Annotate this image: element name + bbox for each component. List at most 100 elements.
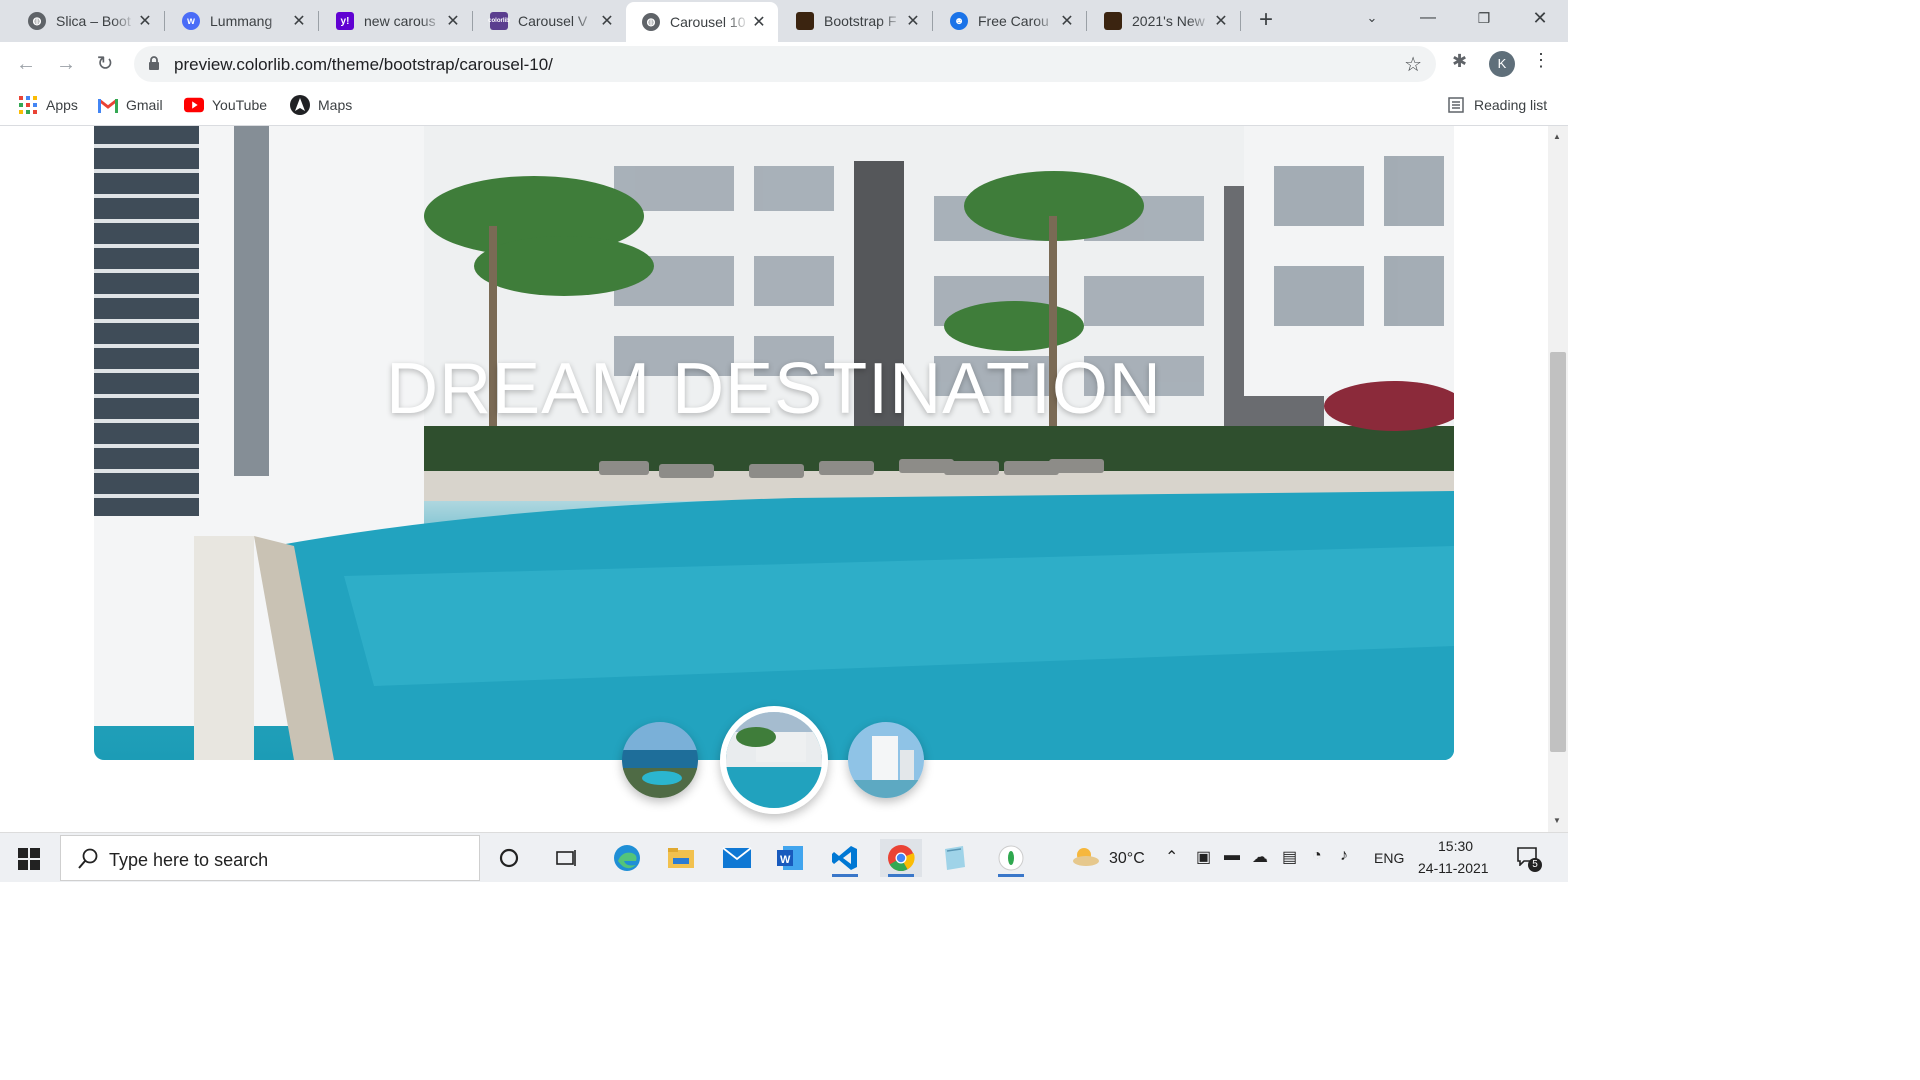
volume-icon[interactable]: ♪ <box>1340 847 1348 865</box>
close-icon[interactable]: ✕ <box>904 11 922 31</box>
clock-time[interactable]: 15:30 <box>1438 838 1473 854</box>
wifi-icon[interactable]: ◔ <box>1312 847 1322 865</box>
tab-title: Carousel 10 <box>670 14 746 30</box>
slide-caption: DREAM DESTINATION <box>386 349 1162 429</box>
youtube-icon <box>184 96 204 114</box>
scroll-down-arrow-icon[interactable]: ▼ <box>1553 816 1561 825</box>
colorlib-icon: colorlib <box>488 12 510 30</box>
forward-arrow-icon[interactable]: → <box>52 50 80 78</box>
meet-now-icon[interactable]: ▣ <box>1196 847 1211 867</box>
yahoo-icon: y! <box>336 12 354 30</box>
tab-separator <box>164 11 165 31</box>
bookmark-gmail[interactable]: Gmail <box>98 94 163 116</box>
close-window-button[interactable]: ✕ <box>1512 0 1568 38</box>
reading-list-button[interactable]: Reading list <box>1446 94 1547 116</box>
carousel-slide: DREAM DESTINATION <box>94 126 1454 760</box>
chrome-menu-icon[interactable]: ⋮ <box>1532 50 1550 71</box>
minimize-button[interactable]: — <box>1400 0 1456 38</box>
app-green-icon[interactable] <box>990 839 1032 877</box>
windows-start-icon[interactable] <box>18 848 40 870</box>
gmail-icon <box>98 96 118 114</box>
close-icon[interactable]: ✕ <box>136 11 154 31</box>
bookmark-apps[interactable]: Apps <box>18 94 78 116</box>
close-icon[interactable]: ✕ <box>1058 11 1076 31</box>
search-icon <box>78 848 98 869</box>
tab-title: Bootstrap F <box>824 13 897 29</box>
carousel-thumbnail-2-active[interactable] <box>720 706 828 814</box>
weather-temperature[interactable]: 30°C <box>1109 850 1145 868</box>
close-icon[interactable]: ✕ <box>598 11 616 31</box>
mail-icon[interactable] <box>716 839 758 877</box>
taskbar-search-box[interactable]: Type here to search <box>60 835 480 881</box>
resort-pool-photo <box>94 126 1454 760</box>
tab-lummang[interactable]: w Lummang ✕ <box>166 0 318 42</box>
tab-title: Lummang <box>210 13 273 29</box>
bookmark-youtube[interactable]: YouTube <box>184 94 267 116</box>
word-icon[interactable]: W <box>770 839 812 877</box>
back-arrow-icon[interactable]: ← <box>12 50 40 78</box>
w-logo-icon: w <box>182 12 200 30</box>
extensions-puzzle-icon[interactable]: ✱ <box>1452 51 1467 72</box>
weather-sun-cloud-icon[interactable] <box>1070 845 1100 869</box>
tab-title: 2021's New <box>1132 13 1205 29</box>
tab-carousel-10[interactable]: ◍ Carousel 10 ✕ <box>626 2 778 42</box>
reload-icon[interactable]: ↻ <box>91 50 119 78</box>
thumbnail-photo <box>622 722 698 798</box>
address-bar[interactable]: preview.colorlib.com/theme/bootstrap/car… <box>134 46 1436 82</box>
tab-separator <box>318 11 319 31</box>
close-icon[interactable]: ✕ <box>290 11 308 31</box>
close-icon[interactable]: ✕ <box>750 12 768 32</box>
edge-icon[interactable] <box>606 839 648 877</box>
globe-icon: ◍ <box>642 13 660 31</box>
url-text[interactable]: preview.colorlib.com/theme/bootstrap/car… <box>174 55 553 75</box>
tab-title: Slica – Boot <box>56 13 131 29</box>
profile-avatar[interactable]: K <box>1489 51 1515 77</box>
tab-search-chevron-icon[interactable]: ⌄ <box>1344 0 1400 38</box>
vscode-icon[interactable] <box>824 839 866 877</box>
reading-list-label: Reading list <box>1474 97 1548 113</box>
close-icon[interactable]: ✕ <box>1212 11 1230 31</box>
tab-separator <box>1240 11 1241 31</box>
tab-2021-new[interactable]: 2021's New ✕ <box>1088 0 1240 42</box>
bookmark-star-icon[interactable]: ☆ <box>1404 52 1422 77</box>
tab-bootstrap[interactable]: Bootstrap F ✕ <box>780 0 932 42</box>
show-hidden-icons-chevron-icon[interactable]: ⌃ <box>1165 847 1178 867</box>
maps-icon <box>290 95 310 115</box>
image-icon <box>796 12 814 30</box>
display-icon[interactable]: ▤ <box>1282 847 1297 867</box>
scrollbar-thumb[interactable] <box>1550 352 1566 752</box>
battery-icon[interactable]: ▬ <box>1224 847 1240 865</box>
browser-toolbar: ← → ↻ preview.colorlib.com/theme/bootstr… <box>0 42 1568 86</box>
bookmarks-bar: Apps Gmail YouTube Maps Reading list <box>0 86 1568 126</box>
tab-free-carousel[interactable]: ☻ Free Carou ✕ <box>934 0 1086 42</box>
lock-icon[interactable] <box>148 56 160 70</box>
file-explorer-icon[interactable] <box>660 839 702 877</box>
carousel-thumbnail-1[interactable] <box>622 722 698 798</box>
cortana-icon[interactable] <box>488 839 530 877</box>
onedrive-cloud-icon[interactable]: ☁ <box>1252 847 1268 867</box>
svg-text:W: W <box>780 854 791 866</box>
bookmark-maps[interactable]: Maps <box>290 94 352 116</box>
tab-title: Free Carou <box>978 13 1049 29</box>
bookmark-label: Apps <box>46 97 78 113</box>
tab-slica[interactable]: ◍ Slica – Boot ✕ <box>12 0 164 42</box>
chrome-icon[interactable] <box>880 839 922 877</box>
tab-carousel-v[interactable]: colorlib Carousel V ✕ <box>474 0 626 42</box>
action-center-button[interactable]: 5 <box>1516 846 1542 872</box>
new-tab-button[interactable]: + <box>1252 6 1280 34</box>
clock-date[interactable]: 24-11-2021 <box>1418 860 1489 876</box>
scroll-up-arrow-icon[interactable]: ▲ <box>1553 132 1561 141</box>
tab-separator <box>1086 11 1087 31</box>
restore-button[interactable]: ❐ <box>1456 0 1512 38</box>
language-indicator[interactable]: ENG <box>1374 850 1404 866</box>
page-viewport: DREAM DESTINATION <box>0 126 1548 832</box>
notepad-icon[interactable] <box>934 839 976 877</box>
tab-separator <box>472 11 473 31</box>
page-scrollbar[interactable]: ▲ ▼ <box>1548 126 1568 832</box>
bot-icon: ☻ <box>950 12 968 30</box>
close-icon[interactable]: ✕ <box>444 11 462 31</box>
search-placeholder: Type here to search <box>109 850 269 870</box>
carousel-thumbnail-3[interactable] <box>848 722 924 798</box>
tab-new-carousel[interactable]: y! new carous ✕ <box>320 0 472 42</box>
task-view-icon[interactable] <box>546 839 588 877</box>
